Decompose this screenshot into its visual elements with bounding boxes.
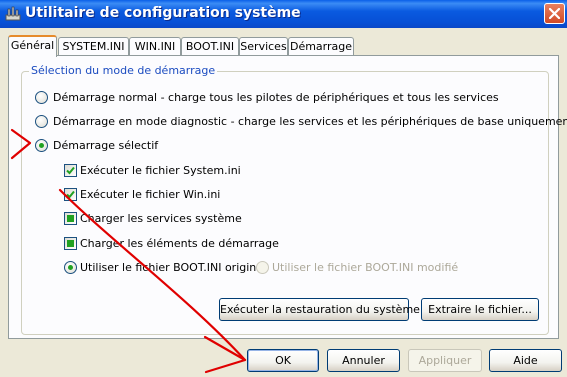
apply-button[interactable]: Appliquer bbox=[408, 349, 482, 372]
checkmark-icon bbox=[66, 190, 75, 199]
general-tab-panel: Sélection du mode de démarrage Démarrage… bbox=[8, 55, 567, 339]
ok-button[interactable]: OK bbox=[247, 349, 319, 372]
radio-normal-startup-label: Démarrage normal - charge tous les pilot… bbox=[53, 91, 499, 104]
checkbox-startup-items-label: Charger les éléments de démarrage bbox=[80, 237, 279, 250]
radio-normal-startup[interactable] bbox=[35, 91, 48, 104]
checkmark-icon bbox=[66, 166, 75, 175]
tab-services[interactable]: Services bbox=[239, 37, 288, 56]
close-icon bbox=[549, 8, 560, 19]
startup-selection-group: Sélection du mode de démarrage Démarrage… bbox=[21, 64, 567, 335]
checkbox-startup-items[interactable] bbox=[64, 237, 77, 250]
msconfig-icon bbox=[5, 6, 21, 22]
tab-startup[interactable]: Démarrage bbox=[288, 37, 354, 56]
window-title: Utilitaire de configuration système bbox=[25, 5, 301, 21]
close-button[interactable] bbox=[544, 3, 565, 24]
tab-win-ini[interactable]: WIN.INI bbox=[129, 37, 181, 56]
system-restore-button[interactable]: Exécuter la restauration du système bbox=[219, 298, 420, 321]
help-button[interactable]: Aide bbox=[489, 349, 562, 372]
radio-diagnostic-startup-label: Démarrage en mode diagnostic - charge le… bbox=[53, 115, 567, 128]
radio-boot-ini-modified-label: Utiliser le fichier BOOT.INI modifié bbox=[272, 261, 459, 274]
group-legend: Sélection du mode de démarrage bbox=[29, 64, 218, 77]
title-bar: Utilitaire de configuration système bbox=[0, 0, 567, 28]
tab-system-ini[interactable]: SYSTEM.INI bbox=[58, 37, 129, 56]
radio-selective-startup-label: Démarrage sélectif bbox=[53, 139, 159, 152]
checkbox-win-ini[interactable] bbox=[64, 188, 77, 201]
checkbox-win-ini-label: Exécuter le fichier Win.ini bbox=[80, 188, 221, 201]
tab-boot-ini[interactable]: BOOT.INI bbox=[181, 37, 239, 56]
radio-boot-ini-original[interactable] bbox=[64, 261, 77, 274]
radio-diagnostic-startup[interactable] bbox=[35, 115, 48, 128]
checkbox-system-services[interactable] bbox=[64, 212, 77, 225]
radio-boot-ini-modified[interactable] bbox=[256, 261, 269, 274]
radio-selective-startup[interactable] bbox=[35, 139, 48, 152]
checkbox-system-ini[interactable] bbox=[64, 164, 77, 177]
checkbox-system-services-label: Charger les services système bbox=[80, 212, 242, 225]
radio-boot-ini-original-label: Utiliser le fichier BOOT.INI original bbox=[80, 261, 267, 274]
msconfig-window: Utilitaire de configuration système Géné… bbox=[0, 0, 567, 377]
tab-general[interactable]: Général bbox=[8, 35, 57, 57]
checkbox-system-ini-label: Exécuter le fichier System.ini bbox=[80, 164, 241, 177]
cancel-button[interactable]: Annuler bbox=[327, 349, 400, 372]
extract-file-button[interactable]: Extraire le fichier... bbox=[421, 298, 539, 321]
